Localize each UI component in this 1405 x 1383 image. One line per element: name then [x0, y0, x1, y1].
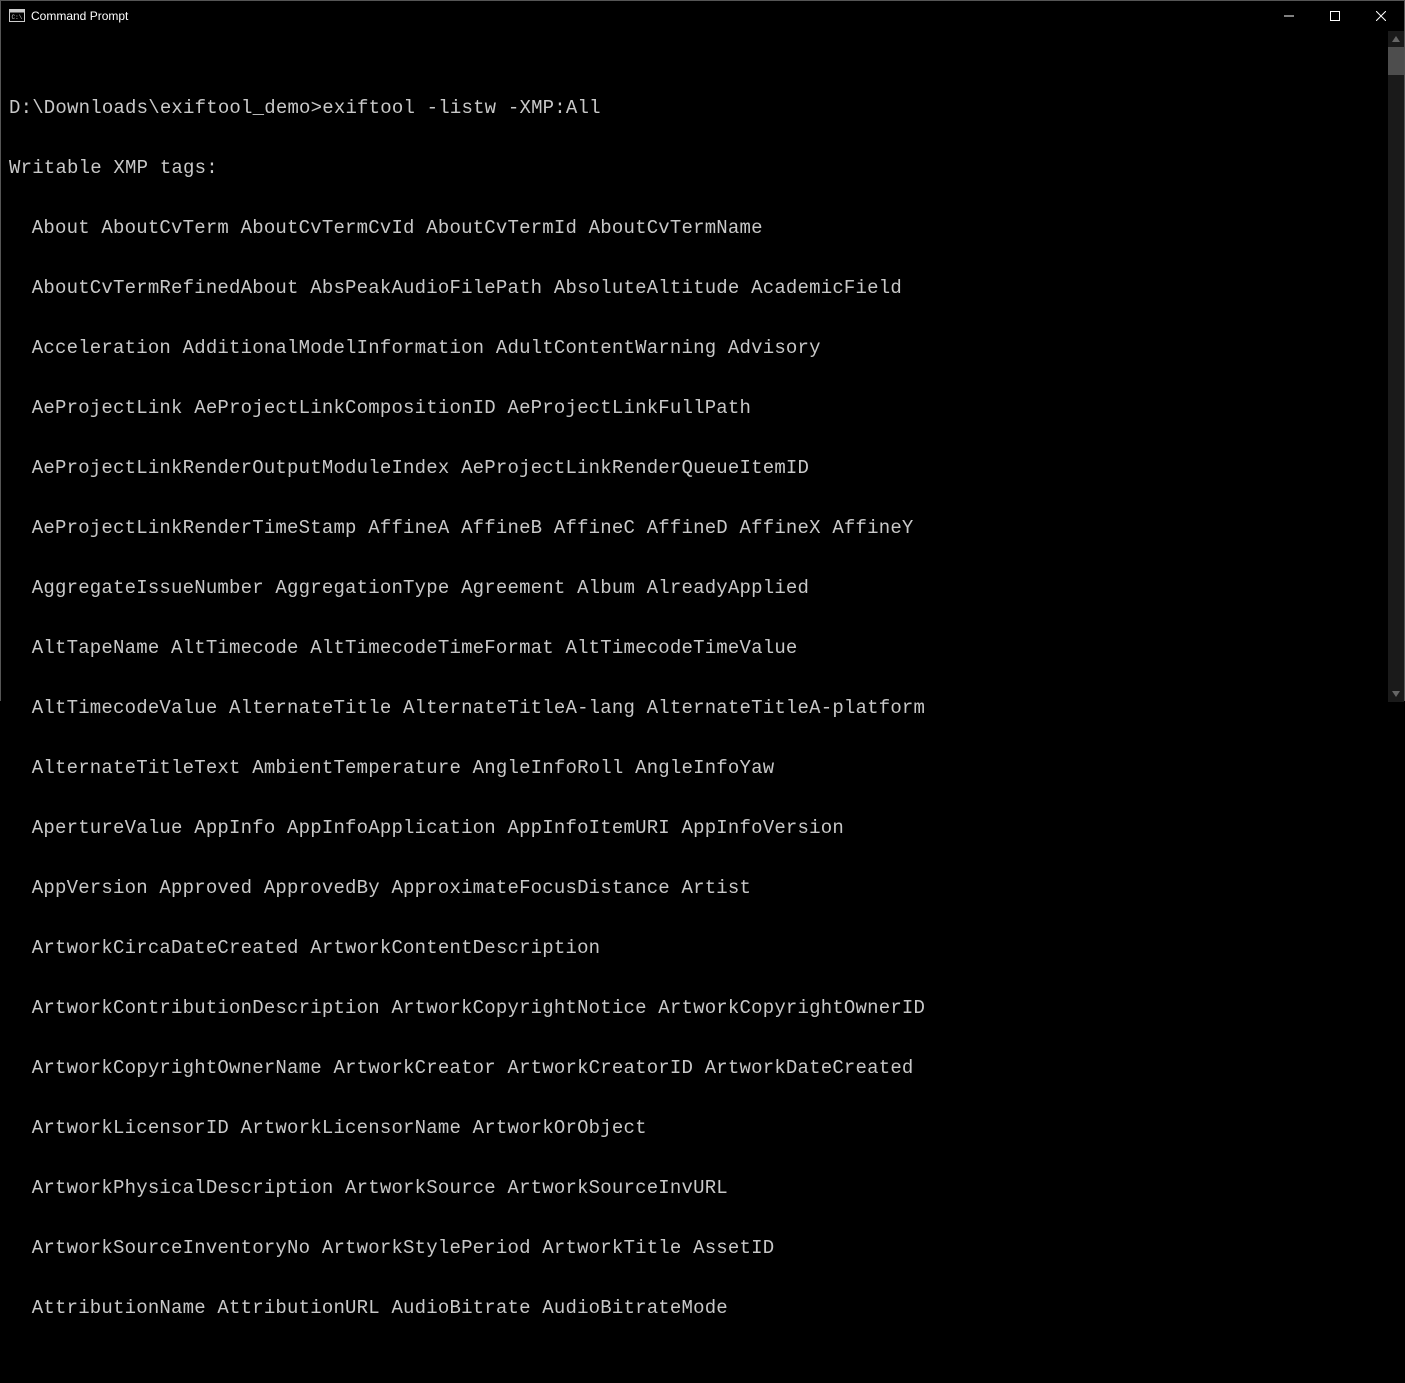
output-line: About AboutCvTerm AboutCvTermCvId AboutC…	[9, 213, 1388, 243]
terminal-area: D:\Downloads\exiftool_demo>exiftool -lis…	[1, 31, 1404, 702]
output-line: Acceleration AdditionalModelInformation …	[9, 333, 1388, 363]
maximize-button[interactable]	[1312, 1, 1358, 31]
output-line: AboutCvTermRefinedAbout AbsPeakAudioFile…	[9, 273, 1388, 303]
output-line: AttributionName AttributionURL AudioBitr…	[9, 1293, 1388, 1323]
output-line: ArtworkContributionDescription ArtworkCo…	[9, 993, 1388, 1023]
output-line: AeProjectLink AeProjectLinkCompositionID…	[9, 393, 1388, 423]
output-line: ApertureValue AppInfo AppInfoApplication…	[9, 813, 1388, 843]
titlebar: C:\ Command Prompt	[1, 1, 1404, 31]
scrollbar[interactable]	[1388, 31, 1404, 702]
output-line: ArtworkLicensorID ArtworkLicensorName Ar…	[9, 1113, 1388, 1143]
scrollbar-down-icon[interactable]	[1388, 686, 1404, 702]
cmd-icon: C:\	[9, 8, 25, 24]
output-header: Writable XMP tags:	[9, 153, 1388, 183]
output-line: ArtworkCopyrightOwnerName ArtworkCreator…	[9, 1053, 1388, 1083]
command: exiftool -listw -XMP:All	[322, 97, 600, 119]
scrollbar-up-icon[interactable]	[1388, 31, 1404, 47]
output-line: AlternateTitleText AmbientTemperature An…	[9, 753, 1388, 783]
scrollbar-thumb[interactable]	[1388, 47, 1404, 75]
window-title: Command Prompt	[31, 9, 128, 23]
terminal-output[interactable]: D:\Downloads\exiftool_demo>exiftool -lis…	[9, 31, 1388, 702]
output-line: AltTimecodeValue AlternateTitle Alternat…	[9, 693, 1388, 723]
output-line: AppVersion Approved ApprovedBy Approxima…	[9, 873, 1388, 903]
output-line: AltTapeName AltTimecode AltTimecodeTimeF…	[9, 633, 1388, 663]
output-line: AeProjectLinkRenderOutputModuleIndex AeP…	[9, 453, 1388, 483]
close-button[interactable]	[1358, 1, 1404, 31]
output-line: ArtworkSourceInventoryNo ArtworkStylePer…	[9, 1233, 1388, 1263]
output-line: AggregateIssueNumber AggregationType Agr…	[9, 573, 1388, 603]
output-line: ArtworkCircaDateCreated ArtworkContentDe…	[9, 933, 1388, 963]
prompt: D:\Downloads\exiftool_demo>	[9, 97, 322, 119]
prompt-line: D:\Downloads\exiftool_demo>exiftool -lis…	[9, 93, 1388, 123]
output-line: ArtworkPhysicalDescription ArtworkSource…	[9, 1173, 1388, 1203]
svg-text:C:\: C:\	[12, 14, 23, 21]
output-line: AeProjectLinkRenderTimeStamp AffineA Aff…	[9, 513, 1388, 543]
minimize-button[interactable]	[1266, 1, 1312, 31]
